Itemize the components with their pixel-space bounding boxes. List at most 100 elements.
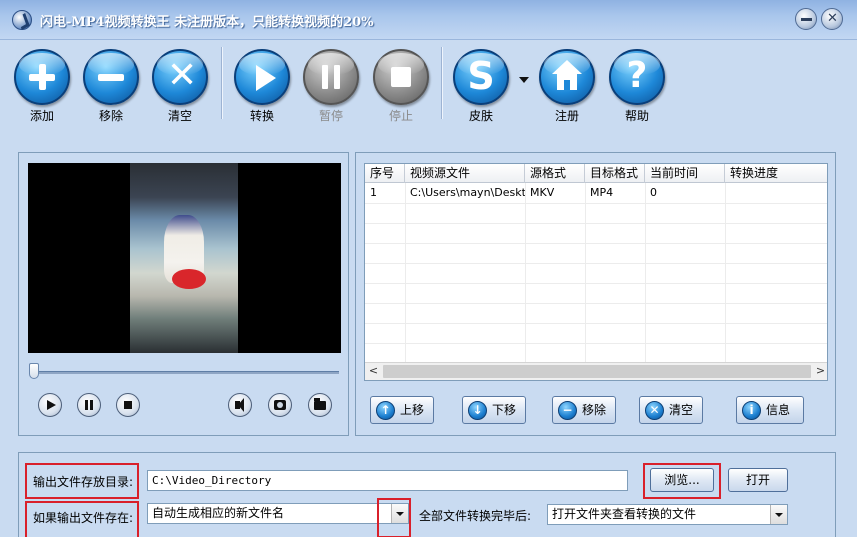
after-all-value: 打开文件夹查看转换的文件	[552, 507, 697, 521]
if-exists-select[interactable]: 自动生成相应的新文件名	[147, 503, 409, 524]
open-folder-button[interactable]	[308, 393, 332, 417]
column-source-file[interactable]: 视频源文件	[405, 164, 525, 183]
row-source-file: C:\Users\mayn\Deskt...	[410, 186, 525, 199]
clear-button[interactable]: ✕ 清空	[147, 49, 213, 124]
toolbar-separator	[441, 47, 443, 119]
arrow-up-icon: ↑	[376, 401, 395, 420]
seek-bar[interactable]	[29, 371, 339, 374]
list-clear-button[interactable]: ✕ 清空	[639, 396, 703, 424]
grid-line	[365, 323, 827, 324]
pause-button[interactable]: 暂停	[298, 49, 364, 124]
grid-line	[585, 183, 586, 363]
grid-line	[365, 203, 827, 204]
skin-button[interactable]: S 皮肤	[448, 49, 514, 124]
row-source-format: MKV	[530, 186, 555, 199]
plus-icon	[14, 49, 70, 105]
register-label: 注册	[554, 109, 579, 123]
add-button[interactable]: 添加	[9, 49, 75, 124]
chevron-down-icon[interactable]	[770, 505, 787, 524]
stop-icon	[124, 401, 132, 409]
video-frame-thumbnail	[130, 163, 238, 353]
stop-icon	[373, 49, 429, 105]
column-target-format[interactable]: 目标格式	[585, 164, 645, 183]
minimize-button[interactable]	[795, 8, 817, 30]
window-title: 闪电-MP4视频转换王 未注册版本，只能转换视频的20%	[40, 15, 374, 30]
clear-label: 清空	[167, 109, 192, 123]
output-dir-field[interactable]: C:\Video_Directory	[147, 470, 628, 491]
clear-x-icon: ✕	[152, 49, 208, 105]
grid-line	[365, 243, 827, 244]
help-button[interactable]: ? 帮助	[604, 49, 670, 124]
move-up-label: 上移	[400, 403, 425, 417]
grid-line	[365, 283, 827, 284]
seek-handle[interactable]	[29, 363, 39, 379]
column-index[interactable]: 序号	[365, 164, 405, 183]
grid-line	[365, 303, 827, 304]
row-current-time: 0	[650, 186, 657, 199]
column-progress[interactable]: 转换进度	[725, 164, 827, 183]
if-exists-value: 自动生成相应的新文件名	[152, 506, 285, 520]
volume-button[interactable]	[228, 393, 252, 417]
app-logo-icon	[12, 10, 32, 30]
if-exists-label: 如果输出文件存在:	[33, 511, 134, 525]
list-remove-button[interactable]: − 移除	[552, 396, 616, 424]
scroll-left-icon[interactable]: <	[365, 363, 382, 380]
highlight-frame	[377, 498, 411, 537]
pause-icon	[85, 400, 88, 410]
column-current-time[interactable]: 当前时间	[645, 164, 725, 183]
toolbar-separator	[221, 47, 223, 119]
move-up-button[interactable]: ↑ 上移	[370, 396, 434, 424]
skin-dropdown-arrow-icon[interactable]	[519, 77, 529, 83]
stop-button[interactable]: 停止	[368, 49, 434, 124]
after-all-select[interactable]: 打开文件夹查看转换的文件	[547, 504, 788, 525]
play-icon	[47, 400, 56, 410]
pause-icon	[303, 49, 359, 105]
minus-icon	[83, 49, 139, 105]
pause-label: 暂停	[318, 109, 343, 123]
info-button[interactable]: i 信息	[736, 396, 804, 424]
grid-line	[365, 263, 827, 264]
move-down-label: 下移	[492, 403, 517, 417]
row-index: 1	[370, 186, 377, 199]
camera-icon	[274, 400, 286, 410]
open-button[interactable]: 打开	[728, 468, 788, 492]
grid-line	[365, 343, 827, 344]
file-list-panel: 序号 视频源文件 源格式 目标格式 当前时间 转换进度 1 C:\Users\m…	[355, 152, 836, 436]
scroll-right-icon[interactable]: >	[812, 363, 827, 380]
output-dir-label: 输出文件存放目录:	[33, 475, 134, 489]
scrollbar-thumb[interactable]	[383, 365, 811, 378]
register-button[interactable]: 注册	[534, 49, 600, 124]
preview-panel	[18, 152, 349, 436]
grid-line	[365, 223, 827, 224]
close-button[interactable]: ✕	[821, 8, 843, 30]
preview-play-button[interactable]	[38, 393, 62, 417]
skin-label: 皮肤	[468, 109, 493, 123]
add-label: 添加	[29, 109, 54, 123]
list-clear-label: 清空	[669, 403, 694, 417]
speaker-icon	[235, 398, 244, 412]
file-list[interactable]: 序号 视频源文件 源格式 目标格式 当前时间 转换进度 1 C:\Users\m…	[364, 163, 828, 381]
close-icon: ✕	[827, 11, 838, 26]
help-label: 帮助	[624, 109, 649, 123]
remove-button[interactable]: 移除	[78, 49, 144, 124]
preview-pause-button[interactable]	[77, 393, 101, 417]
move-down-button[interactable]: ↓ 下移	[462, 396, 526, 424]
folder-icon	[314, 398, 326, 410]
convert-button[interactable]: 转换	[229, 49, 295, 124]
horizontal-scrollbar[interactable]: < >	[365, 362, 827, 380]
file-list-header: 序号 视频源文件 源格式 目标格式 当前时间 转换进度	[365, 164, 827, 183]
snapshot-button[interactable]	[268, 393, 292, 417]
toolbar: 添加 移除 ✕ 清空 转换 暂停 停止 S 皮肤 注册 ? 帮助	[0, 41, 857, 127]
pause-icon-bar	[90, 400, 93, 410]
minus-icon: −	[558, 401, 577, 420]
row-target-format: MP4	[590, 186, 614, 199]
browse-button[interactable]: 浏览...	[650, 468, 714, 492]
skin-s-icon: S	[453, 49, 509, 105]
app-window: 闪电-MP4视频转换王 未注册版本，只能转换视频的20% ✕ 添加 移除 ✕ 清…	[0, 0, 857, 537]
preview-stop-button[interactable]	[116, 393, 140, 417]
arrow-down-icon: ↓	[468, 401, 487, 420]
stop-label: 停止	[388, 109, 413, 123]
grid-line	[645, 183, 646, 363]
after-all-label: 全部文件转换完毕后:	[419, 509, 532, 523]
column-source-format[interactable]: 源格式	[525, 164, 585, 183]
